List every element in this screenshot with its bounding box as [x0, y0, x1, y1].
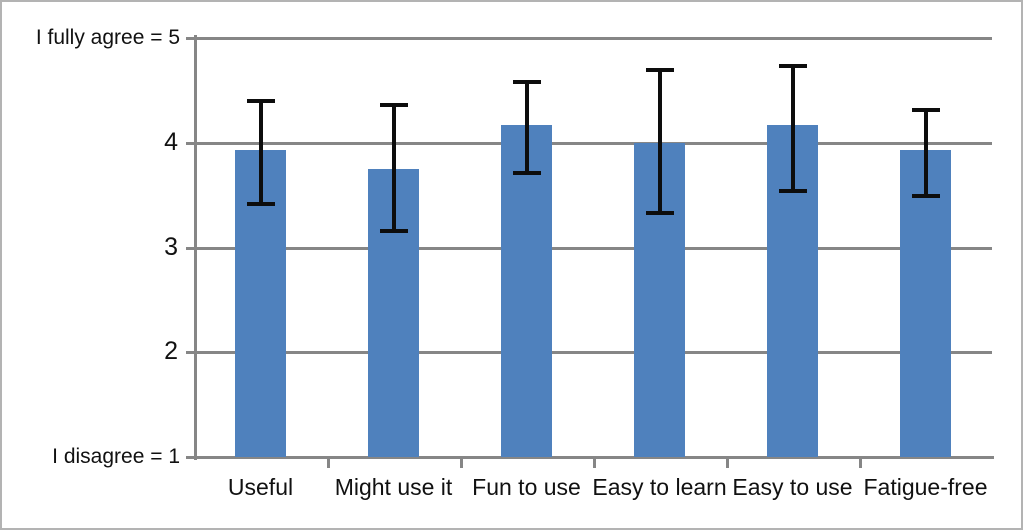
x-tick-label: Easy to learn [592, 474, 727, 500]
x-axis-tick [726, 457, 729, 468]
gridline [194, 351, 992, 355]
x-axis-tick [460, 457, 463, 468]
chart-figure: I fully agree = 5 I disagree = 1 2 3 4 Use… [0, 0, 1023, 530]
x-axis-tick [859, 457, 862, 468]
y-tick-label: 3 [164, 232, 178, 261]
error-bar-line [923, 108, 928, 199]
error-bar [507, 79, 547, 176]
gridline [194, 246, 992, 250]
y-tick-label: 4 [164, 127, 178, 156]
error-bar-cap-bottom [911, 194, 940, 199]
error-bar-line [524, 79, 529, 176]
error-bar-line [391, 102, 396, 233]
error-bar-cap-bottom [246, 201, 275, 206]
error-bar-line [657, 68, 662, 216]
error-bar [773, 64, 813, 194]
x-axis-tick [327, 457, 330, 468]
y-axis-top-label: I fully agree = 5 [35, 26, 180, 49]
x-tick-label: Fun to use [472, 474, 581, 500]
gridline [194, 141, 992, 145]
error-bar [906, 108, 946, 199]
error-bar [640, 68, 680, 216]
error-bar-line [258, 98, 263, 206]
error-bar-cap-bottom [512, 171, 541, 176]
y-axis-tick [186, 351, 194, 355]
y-axis-tick [186, 456, 194, 459]
y-axis-tick [186, 37, 194, 40]
error-bar [241, 98, 281, 206]
plot-area [186, 37, 992, 459]
error-bar-cap-bottom [645, 211, 674, 216]
y-axis-bottom-label: I disagree = 1 [52, 445, 180, 468]
y-axis-tick [186, 141, 194, 145]
x-axis-tick [593, 457, 596, 468]
error-bar [374, 102, 414, 233]
error-bar-cap-bottom [379, 228, 408, 233]
error-bar-line [790, 64, 795, 194]
x-tick-label: Useful [227, 474, 294, 500]
y-axis-tick [186, 246, 194, 250]
x-tick-label: Might use it [334, 474, 453, 500]
error-bar-cap-bottom [778, 189, 807, 194]
x-tick-label: Fatigue-free [863, 474, 988, 500]
y-tick-label: 2 [164, 337, 178, 366]
x-tick-label: Easy to use [732, 474, 853, 500]
gridline [194, 37, 992, 40]
